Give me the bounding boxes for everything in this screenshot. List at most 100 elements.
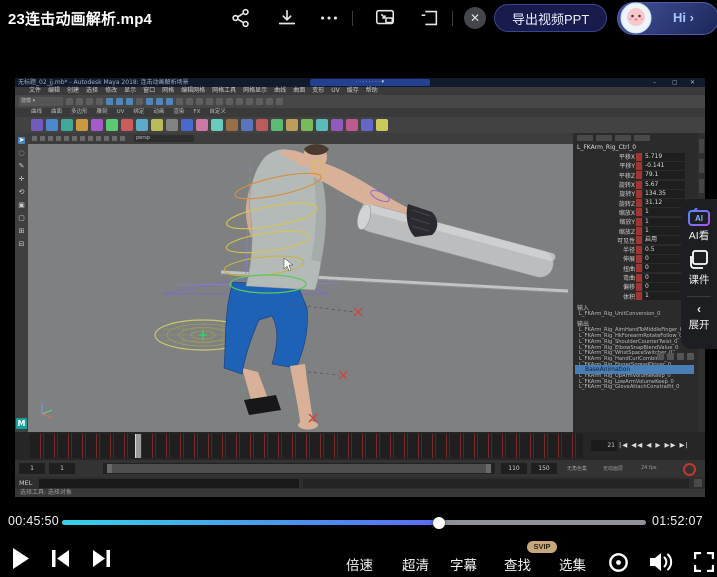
maya-viewport: persp <box>28 133 573 432</box>
shelf-icon <box>46 119 58 131</box>
picture-in-picture-icon[interactable] <box>374 7 396 29</box>
shelf-icon <box>136 119 148 131</box>
maya-range-slider: 1 1 110 150 无角色集 无动画层 24 fps <box>15 460 705 477</box>
menu-item: 文件 <box>29 87 41 95</box>
svg-text:AI: AI <box>695 214 703 223</box>
courseware-icon[interactable] <box>689 250 709 270</box>
shelf-tab: 渲染 <box>173 108 184 117</box>
menu-item: 窗口 <box>143 87 155 95</box>
progress-row: 00:45:50 01:52:07 <box>0 505 717 539</box>
shelf-tab: 雕刻 <box>97 108 108 117</box>
share-icon[interactable] <box>230 7 252 29</box>
channel-row: 平移Y-0.141 <box>573 161 698 170</box>
channel-row: 弯曲0 <box>573 273 698 282</box>
channel-rows: 平移X5.719 平移Y-0.141 平移Z79.1 旋转X5.67 旋转Y13… <box>573 152 698 301</box>
mode-dropdown: 建模 ▾ <box>19 97 63 106</box>
shelf-icon <box>106 119 118 131</box>
courseware-label[interactable]: 课件 <box>689 272 710 287</box>
player-controls: 倍速 超清 字幕 查找 SVIP 选集 <box>0 540 717 577</box>
channel-row: 缩放Y1 <box>573 217 698 226</box>
side-tool-panel: AI AI看 课件 ‹ 展开 <box>681 199 717 349</box>
keyframe-ticks <box>30 434 583 458</box>
shelf-icon <box>61 119 73 131</box>
export-video-ppt-button[interactable]: 导出视频PPT <box>494 4 607 32</box>
fullscreen-icon[interactable] <box>694 552 714 572</box>
shelf-icon <box>226 119 238 131</box>
viewport-camera-field: persp <box>134 135 194 142</box>
channel-row: 体积1 <box>573 291 698 300</box>
channel-row: 平移Z79.1 <box>573 171 698 180</box>
previous-button[interactable] <box>52 550 70 567</box>
minimize-icon: – <box>653 78 656 87</box>
shelf-tab: 曲线 <box>31 108 42 117</box>
channel-box-node: L_FKArm_Rig_Ctrl_0 <box>573 141 698 152</box>
maya-shelf-icons <box>15 117 705 133</box>
scale-tool-icon: ▣ <box>18 202 25 209</box>
maya-help-line: 选择工具: 选择对象 <box>15 489 705 497</box>
menu-item: 网格 <box>162 87 174 95</box>
expand-label[interactable]: 展开 <box>689 317 710 332</box>
shelf-icon <box>241 119 253 131</box>
mascot-avatar <box>620 2 652 34</box>
menu-item: 修改 <box>105 87 117 95</box>
search-button[interactable]: 查找 <box>504 554 531 574</box>
shelf-icon <box>151 119 163 131</box>
menu-item: UV <box>331 87 340 95</box>
shelf-icon <box>196 119 208 131</box>
menu-item: 编辑网格 <box>181 87 205 95</box>
menu-item: 曲面 <box>293 87 305 95</box>
channel-row: 偏移0 <box>573 282 698 291</box>
progress-fill <box>62 520 439 525</box>
output-node: L_FKArm_Rig_GloveAttachConstraint_0 <box>573 385 698 391</box>
progress-thumb[interactable] <box>433 517 445 529</box>
close-icon[interactable]: ✕ <box>464 7 486 29</box>
shelf-icon <box>361 119 373 131</box>
channel-row: 扭曲0 <box>573 264 698 273</box>
layout-four-icon: ⊞ <box>19 228 25 235</box>
maximize-icon: ▢ <box>672 78 678 87</box>
channel-row: 缩放Z1 <box>573 226 698 235</box>
expand-chevron-icon[interactable]: ‹ <box>697 303 701 315</box>
speed-button[interactable]: 倍速 <box>346 554 373 574</box>
video-title: 23连击动画解析.mp4 <box>8 8 152 29</box>
maya-viewport-scene <box>28 144 573 432</box>
menu-item: 网格显示 <box>243 87 267 95</box>
episodes-button[interactable]: 选集 <box>559 554 586 574</box>
shelf-tab: 曲面 <box>51 108 62 117</box>
maya-channel-box: L_FKArm_Rig_Ctrl_0 平移X5.719 平移Y-0.141 平移… <box>573 133 698 432</box>
rotate-tool-icon: ⟲ <box>19 189 25 196</box>
shelf-tab: 绑定 <box>133 108 144 117</box>
dock-right-icon[interactable] <box>418 7 440 29</box>
hi-label: Hi › <box>673 10 694 25</box>
video-surface[interactable]: 无标题_02_jj.mb* - Autodesk Maya 2018: 连击动画… <box>15 78 705 497</box>
play-button[interactable] <box>12 548 30 569</box>
paint-select-tool-icon: ✎ <box>19 163 25 170</box>
download-icon[interactable] <box>276 7 298 29</box>
next-button[interactable] <box>92 550 110 567</box>
selected-anim-layer: BaseAnimation <box>575 365 694 374</box>
assistant-hi-button[interactable]: Hi › <box>617 2 717 35</box>
more-icon[interactable] <box>318 7 340 29</box>
progress-bar[interactable] <box>62 520 646 525</box>
maya-logo: M <box>16 418 27 429</box>
shelf-tab: 多边形 <box>71 108 88 117</box>
menu-item: 缓存 <box>347 87 359 95</box>
settings-icon[interactable] <box>608 552 629 573</box>
maya-command-line: MEL <box>15 477 705 489</box>
close-window-icon: ✕ <box>690 78 695 87</box>
menu-item: 编辑 <box>48 87 60 95</box>
player-top-bar: 23连击动画解析.mp4 ✕ 导出视频PPT Hi › <box>0 0 717 36</box>
divider <box>452 11 453 26</box>
channel-row: 缩放X1 <box>573 208 698 217</box>
frame-field: 21 <box>591 440 617 451</box>
current-time: 00:45:50 <box>8 514 59 528</box>
ai-watch-icon[interactable]: AI <box>688 208 710 226</box>
divider <box>352 11 353 26</box>
channel-row: 旋转Z31.12 <box>573 198 698 207</box>
shelf-icon <box>166 119 178 131</box>
lasso-tool-icon: ◌ <box>18 150 24 157</box>
volume-icon[interactable] <box>650 552 674 572</box>
quality-button[interactable]: 超清 <box>402 554 429 574</box>
subtitle-button[interactable]: 字幕 <box>450 554 477 574</box>
ai-watch-label[interactable]: AI看 <box>689 228 709 243</box>
